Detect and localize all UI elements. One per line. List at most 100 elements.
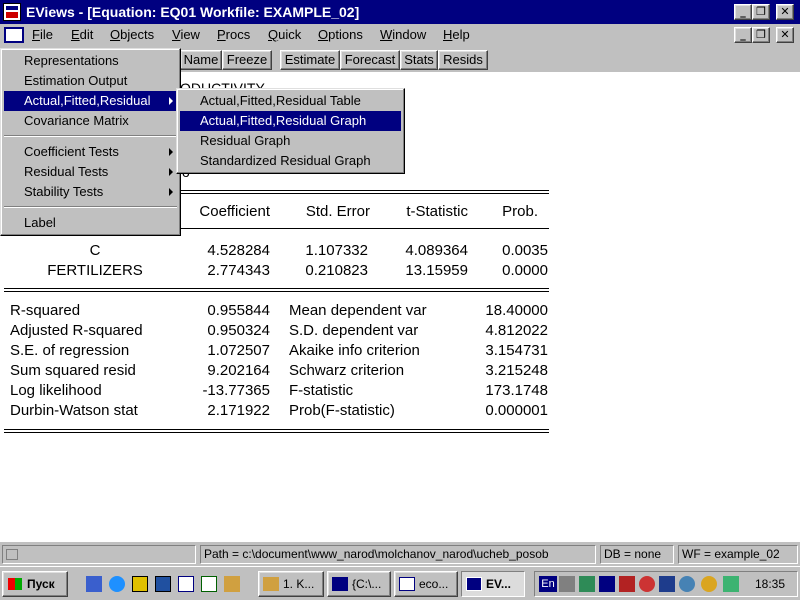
status-message-panel <box>2 545 196 564</box>
header-coefficient: Coefficient <box>199 203 270 220</box>
stat-value: -13.77365 <box>202 382 270 399</box>
submenu-item-afr-table[interactable]: Actual,Fitted,Residual Table <box>180 91 401 111</box>
stat-label: R-squared <box>10 302 81 319</box>
eviews-app-icon[interactable] <box>3 3 21 21</box>
view-menu: Representations Estimation Output Actual… <box>0 48 181 236</box>
table-row: FERTILIZERS 2.774343 0.210823 13.15959 0… <box>0 262 560 282</box>
stat-label: S.D. dependent var <box>289 322 419 339</box>
menu-item-stability-tests[interactable]: Stability Tests <box>4 182 177 202</box>
stat-value: 0.955844 <box>207 302 270 319</box>
std-error-value: 1.107332 <box>305 242 368 259</box>
menu-item-coefficient-tests[interactable]: Coefficient Tests <box>4 142 177 162</box>
variable-name: FERTILIZERS <box>47 262 143 279</box>
speaker-icon[interactable] <box>559 576 575 592</box>
status-indicator-icon <box>6 549 18 560</box>
taskbar-task[interactable]: 1. K... <box>258 571 324 597</box>
stat-value: 1.072507 <box>207 342 270 359</box>
tray-icon[interactable] <box>723 576 739 592</box>
menu-file[interactable]: File <box>32 27 53 42</box>
name-button[interactable]: Name <box>180 50 222 70</box>
document-window-icon[interactable] <box>4 27 24 43</box>
stat-value: 0.950324 <box>207 322 270 339</box>
taskbar-task-active[interactable]: EV... <box>461 571 525 597</box>
stats-row: R-squared 0.955844 Mean dependent var 18… <box>0 302 560 322</box>
menu-procs[interactable]: Procs <box>217 27 250 42</box>
freeze-button[interactable]: Freeze <box>222 50 272 70</box>
task-icon <box>466 577 482 591</box>
doc-minimize-button[interactable]: _ <box>734 27 752 43</box>
stats-row: Durbin-Watson stat 2.171922 Prob(F-stati… <box>0 402 560 422</box>
menu-item-label: Coefficient Tests <box>24 144 119 159</box>
menu-objects[interactable]: Objects <box>110 27 154 42</box>
task-icon <box>399 577 415 591</box>
menu-item-covariance-matrix[interactable]: Covariance Matrix <box>4 111 177 131</box>
tray-icon[interactable] <box>579 576 595 592</box>
menu-help[interactable]: Help <box>443 27 470 42</box>
tray-icon[interactable] <box>619 576 635 592</box>
menu-item-actual-fitted-residual[interactable]: Actual,Fitted,Residual <box>4 91 177 111</box>
quick-launch-icon[interactable] <box>132 576 148 592</box>
tray-icon[interactable] <box>659 576 675 592</box>
tray-icon[interactable] <box>639 576 655 592</box>
menu-bar: File Edit Objects View Procs Quick Optio… <box>0 24 800 46</box>
internet-explorer-icon[interactable] <box>109 576 125 592</box>
submenu-arrow-icon <box>169 168 173 176</box>
menu-options[interactable]: Options <box>318 27 363 42</box>
coefficient-value: 4.528284 <box>207 242 270 259</box>
start-label: Пуск <box>27 577 55 591</box>
word-icon[interactable] <box>178 576 194 592</box>
menu-window[interactable]: Window <box>380 27 426 42</box>
stat-label: Akaike info criterion <box>289 342 420 359</box>
close-button[interactable]: ✕ <box>776 4 794 20</box>
stat-label: Sum squared resid <box>10 362 136 379</box>
quick-launch-icon[interactable] <box>155 576 171 592</box>
language-indicator[interactable]: En <box>539 576 557 592</box>
stat-label: F-statistic <box>289 382 354 399</box>
menu-separator <box>4 135 177 137</box>
header-prob: Prob. <box>502 203 538 220</box>
taskbar-task[interactable]: eco... <box>394 571 458 597</box>
quick-launch-icon[interactable] <box>224 576 240 592</box>
doc-restore-button[interactable]: ❐ <box>752 27 770 43</box>
resids-button[interactable]: Resids <box>438 50 488 70</box>
menu-item-estimation-output[interactable]: Estimation Output <box>4 71 177 91</box>
system-tray: En 18:35 <box>534 571 798 597</box>
submenu-item-afr-graph[interactable]: Actual,Fitted,Residual Graph <box>180 111 401 131</box>
taskbar-task[interactable]: {C:\... <box>327 571 391 597</box>
menu-item-label[interactable]: Label <box>4 213 177 233</box>
menu-edit[interactable]: Edit <box>71 27 93 42</box>
estimate-button[interactable]: Estimate <box>280 50 340 70</box>
minimize-button[interactable]: _ <box>734 4 752 20</box>
start-button[interactable]: Пуск <box>2 571 68 597</box>
quick-launch-icon[interactable] <box>86 576 102 592</box>
menu-item-residual-tests[interactable]: Residual Tests <box>4 162 177 182</box>
tray-icon[interactable] <box>701 576 717 592</box>
stats-row: Sum squared resid 9.202164 Schwarz crite… <box>0 362 560 382</box>
tray-icon[interactable] <box>679 576 695 592</box>
menu-separator <box>4 206 177 208</box>
tray-icon[interactable] <box>599 576 615 592</box>
menu-view[interactable]: View <box>172 27 200 42</box>
submenu-item-standardized-residual-graph[interactable]: Standardized Residual Graph <box>180 151 401 171</box>
doc-close-button[interactable]: ✕ <box>776 27 794 43</box>
excel-icon[interactable] <box>201 576 217 592</box>
stat-value: 4.812022 <box>485 322 548 339</box>
windows-logo-icon <box>8 578 22 590</box>
menu-item-representations[interactable]: Representations <box>4 51 177 71</box>
divider <box>4 429 549 430</box>
status-db: DB = none <box>600 545 674 564</box>
stat-label: Schwarz criterion <box>289 362 405 379</box>
stat-value: 173.1748 <box>485 382 548 399</box>
stat-value: 9.202164 <box>207 362 270 379</box>
stats-button[interactable]: Stats <box>400 50 438 70</box>
menu-quick[interactable]: Quick <box>268 27 301 42</box>
stats-row: S.E. of regression 1.072507 Akaike info … <box>0 342 560 362</box>
submenu-arrow-icon <box>169 188 173 196</box>
divider <box>4 288 549 289</box>
task-label: 1. K... <box>283 577 315 591</box>
restore-button[interactable]: ❐ <box>752 4 770 20</box>
stat-value: 3.154731 <box>485 342 548 359</box>
header-std-error: Std. Error <box>305 203 370 220</box>
forecast-button[interactable]: Forecast <box>340 50 400 70</box>
submenu-item-residual-graph[interactable]: Residual Graph <box>180 131 401 151</box>
